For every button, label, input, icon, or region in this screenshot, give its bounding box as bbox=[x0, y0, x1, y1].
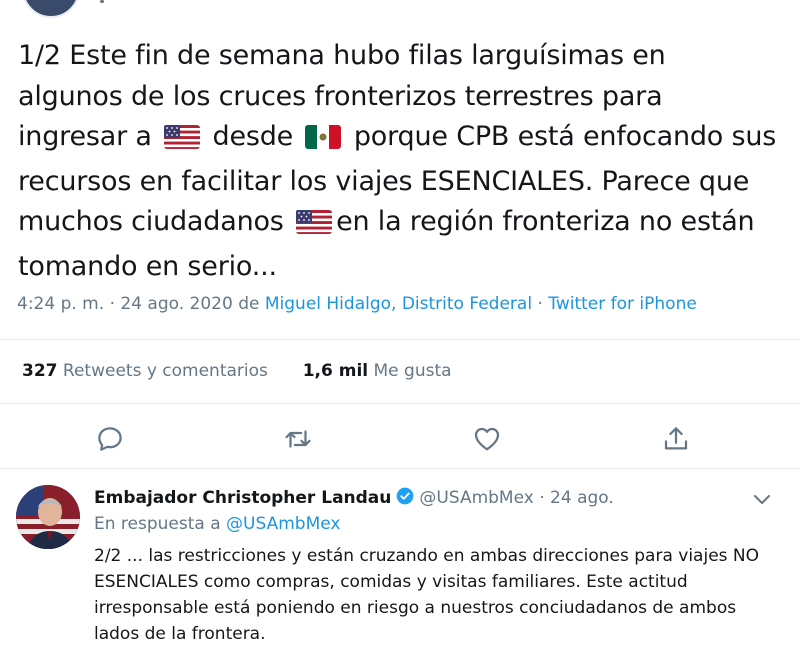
meta-separator: · bbox=[109, 294, 115, 314]
divider bbox=[0, 468, 800, 469]
tweet-actions bbox=[0, 424, 800, 454]
reply-header: Embajador Christopher Landau @USAmbMex · … bbox=[94, 486, 614, 511]
like-button[interactable] bbox=[472, 424, 502, 454]
retweets-label: Retweets y comentarios bbox=[62, 361, 268, 381]
in-reply-to: En respuesta a @USAmbMex bbox=[94, 514, 340, 534]
us-flag-icon bbox=[296, 206, 333, 247]
share-icon bbox=[664, 427, 688, 450]
reply-author-avatar[interactable] bbox=[16, 485, 80, 549]
meta-separator: · bbox=[537, 294, 543, 314]
reply-author-handle[interactable]: @USAmbMex bbox=[419, 488, 533, 508]
us-flag-icon bbox=[164, 121, 201, 162]
tweet-meta: 4:24 p. m. · 24 ago. 2020 de Miguel Hida… bbox=[17, 294, 697, 314]
tweet-stats: 327 Retweets y comentarios 1,6 mil Me gu… bbox=[22, 361, 452, 381]
reply-icon bbox=[98, 427, 122, 451]
tweet-location-link[interactable]: Miguel Hidalgo, Distrito Federal bbox=[265, 294, 532, 314]
tweet-time[interactable]: 4:24 p. m. bbox=[17, 294, 104, 314]
retweet-button[interactable] bbox=[283, 424, 313, 454]
original-author-avatar[interactable] bbox=[22, 0, 80, 18]
tweet-date[interactable]: 24 ago. 2020 bbox=[120, 294, 232, 314]
in-reply-to-handle[interactable]: @USAmbMex bbox=[226, 514, 340, 534]
header-fragment bbox=[100, 0, 104, 3]
reply-text: 2/2 ... las restricciones y están cruzan… bbox=[94, 546, 760, 644]
likes-stat[interactable]: 1,6 mil Me gusta bbox=[303, 361, 452, 381]
reply-author-name[interactable]: Embajador Christopher Landau bbox=[94, 488, 391, 508]
tweet-text-part-2: desde bbox=[212, 121, 294, 152]
retweets-stat[interactable]: 327 Retweets y comentarios bbox=[22, 361, 268, 381]
share-button[interactable] bbox=[661, 424, 691, 454]
reply-button[interactable] bbox=[95, 424, 125, 454]
tweet-source-link[interactable]: Twitter for iPhone bbox=[548, 294, 697, 314]
likes-label: Me gusta bbox=[373, 361, 452, 381]
divider bbox=[0, 403, 800, 404]
more-options-button[interactable] bbox=[752, 492, 772, 511]
meta-from-label: de bbox=[238, 294, 260, 314]
retweets-count: 327 bbox=[22, 361, 58, 381]
retweet-icon bbox=[285, 430, 311, 448]
mexico-flag-icon bbox=[305, 121, 342, 162]
tweet-text: 1/2 Este fin de semana hubo filas larguí… bbox=[18, 36, 778, 287]
reply-separator: · bbox=[539, 488, 545, 508]
divider bbox=[0, 339, 800, 340]
reply-time[interactable]: 24 ago. bbox=[550, 488, 614, 508]
likes-count: 1,6 mil bbox=[302, 361, 369, 381]
verified-badge-icon bbox=[395, 486, 415, 511]
chevron-down-icon bbox=[754, 495, 770, 504]
in-reply-to-prefix: En respuesta a bbox=[94, 514, 221, 534]
like-icon bbox=[474, 427, 500, 451]
